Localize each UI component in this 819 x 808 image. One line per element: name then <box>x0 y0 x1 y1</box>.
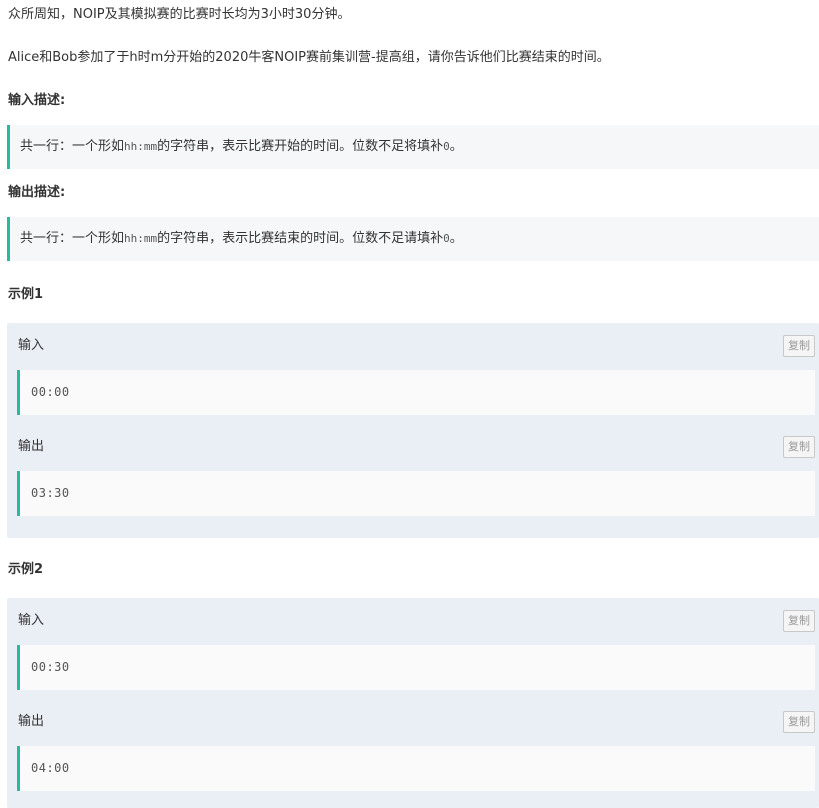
example-1-card: 输入 复制 00:00 输出 复制 03:30 <box>7 323 819 538</box>
example-2-title: 示例2 <box>8 562 44 577</box>
description-line-1: 众所周知，NOIP及其模拟赛的比赛时长均为3小时30分钟。 <box>8 7 351 22</box>
example-1-output-copy-button[interactable]: 复制 <box>783 436 815 458</box>
example-1-output-value: 03:30 <box>31 486 70 500</box>
example-2-input-box: 00:30 <box>17 645 815 690</box>
example-1-input-box: 00:00 <box>17 370 815 415</box>
example-2-input-label: 输入 <box>18 613 45 628</box>
input-format-code: hh:mm <box>124 140 158 153</box>
example-2-output-box: 04:00 <box>17 746 815 791</box>
example-1-title: 示例1 <box>8 287 44 302</box>
example-1-output-label: 输出 <box>18 439 45 454</box>
output-format-code: hh:mm <box>124 232 158 245</box>
example-1-input-value: 00:00 <box>31 385 70 399</box>
output-description-text-middle: 的字符串，表示比赛结束的时间。位数不足请填补 <box>157 231 444 246</box>
output-description-heading: 输出描述: <box>8 185 66 200</box>
example-2-input-copy-button[interactable]: 复制 <box>783 610 815 632</box>
example-2-output-label: 输出 <box>18 714 45 729</box>
input-zero-code: 0 <box>443 140 450 153</box>
output-description-text-before: 共一行：一个形如 <box>20 231 125 246</box>
input-description-text-before: 共一行：一个形如 <box>20 139 125 154</box>
output-description-box: 共一行：一个形如hh:mm的字符串，表示比赛结束的时间。位数不足请填补0。 <box>7 217 819 261</box>
example-2-input-value: 00:30 <box>31 660 70 674</box>
example-2-output-value: 04:00 <box>31 761 70 775</box>
description-line-2: Alice和Bob参加了于h时m分开始的2020牛客NOIP赛前集训营-提高组，… <box>8 50 610 65</box>
example-1-input-label: 输入 <box>18 338 45 353</box>
example-1-output-box: 03:30 <box>17 471 815 516</box>
example-2-output-copy-button[interactable]: 复制 <box>783 711 815 733</box>
output-description-text-after: 。 <box>449 231 463 246</box>
input-description-text-after: 。 <box>449 139 463 154</box>
input-description-text-middle: 的字符串，表示比赛开始的时间。位数不足将填补 <box>157 139 444 154</box>
example-2-card: 输入 复制 00:30 输出 复制 04:00 <box>7 598 819 808</box>
output-zero-code: 0 <box>443 232 450 245</box>
input-description-heading: 输入描述: <box>8 93 66 108</box>
example-1-input-copy-button[interactable]: 复制 <box>783 335 815 357</box>
input-description-box: 共一行：一个形如hh:mm的字符串，表示比赛开始的时间。位数不足将填补0。 <box>7 125 819 169</box>
